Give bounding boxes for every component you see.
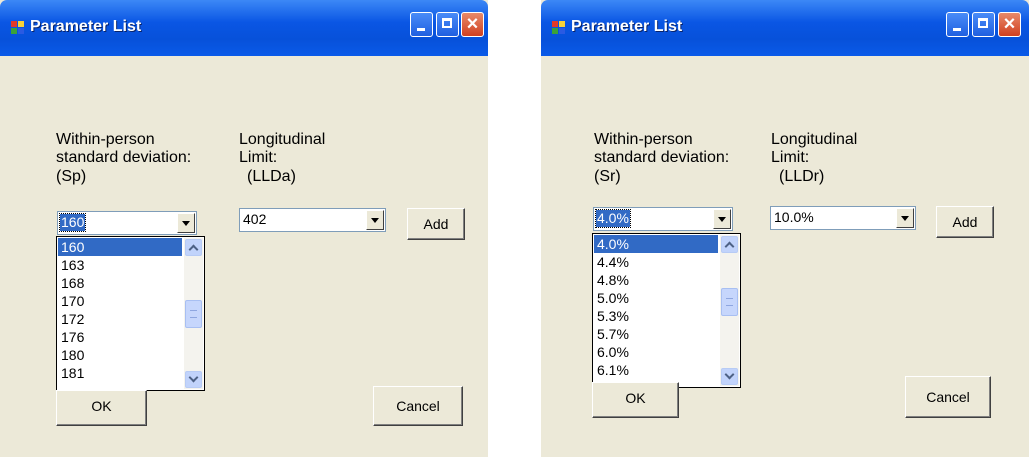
list-item[interactable]: 6.0% xyxy=(594,343,718,361)
sd-label-line1: Within-person xyxy=(56,131,155,148)
limit-label-line3: (LLDa) xyxy=(247,168,296,185)
chevron-up-icon xyxy=(188,244,199,255)
parameter-list-window-1: Parameter List × Within-person standard … xyxy=(0,0,488,457)
list-item[interactable]: 176 xyxy=(58,328,182,346)
limit-combo-value: 10.0% xyxy=(774,209,814,225)
maximize-icon xyxy=(442,18,452,28)
add-button[interactable]: Add xyxy=(936,206,994,238)
title-bar[interactable]: Parameter List × xyxy=(541,0,1029,56)
title-bar[interactable]: Parameter List × xyxy=(0,0,488,56)
cancel-button[interactable]: Cancel xyxy=(373,386,463,426)
ok-button[interactable]: OK xyxy=(592,382,679,418)
scroll-down-button[interactable] xyxy=(721,368,738,385)
list-item[interactable]: 4.4% xyxy=(594,253,718,271)
cancel-button[interactable]: Cancel xyxy=(905,376,991,418)
list-item[interactable]: 5.3% xyxy=(594,307,718,325)
list-item[interactable]: 4.0% xyxy=(594,235,718,253)
limit-combo[interactable]: 10.0% xyxy=(770,206,916,230)
chevron-down-icon xyxy=(724,369,735,380)
limit-label-line1: Longitudinal xyxy=(771,131,858,148)
dropdown-scrollbar[interactable] xyxy=(184,238,203,389)
list-item[interactable]: 163 xyxy=(58,256,182,274)
app-window-icon xyxy=(11,21,25,35)
close-icon: × xyxy=(1003,13,1016,35)
limit-label-line3: (LLDr) xyxy=(779,168,825,185)
scroll-thumb[interactable] xyxy=(721,287,738,316)
close-button[interactable]: × xyxy=(461,12,484,37)
close-button[interactable]: × xyxy=(998,12,1021,37)
sd-combo-value: 4.0% xyxy=(595,209,631,228)
app-window-icon xyxy=(552,21,566,35)
sd-combo[interactable]: 160 xyxy=(57,211,197,235)
minimize-button[interactable] xyxy=(946,12,969,37)
sd-label-line3: (Sr) xyxy=(594,168,621,185)
dropdown-arrow-icon[interactable] xyxy=(366,210,384,230)
minimize-icon xyxy=(417,28,425,31)
dropdown-arrow-icon[interactable] xyxy=(896,208,914,228)
maximize-button[interactable] xyxy=(972,12,995,37)
limit-combo[interactable]: 402 xyxy=(239,208,386,232)
sd-label-line1: Within-person xyxy=(594,131,693,148)
limit-label-line2: Limit: xyxy=(239,149,278,166)
dropdown-arrow-icon[interactable] xyxy=(713,209,731,229)
list-item[interactable]: 170 xyxy=(58,292,182,310)
list-item[interactable]: 168 xyxy=(58,274,182,292)
parameter-list-window-2: Parameter List × Within-person standard … xyxy=(541,0,1029,457)
list-item[interactable]: 180 xyxy=(58,346,182,364)
sd-label-line2: standard deviation: xyxy=(56,149,192,166)
list-item[interactable]: 181 xyxy=(58,364,182,382)
maximize-button[interactable] xyxy=(436,12,459,37)
list-item[interactable]: 172 xyxy=(58,310,182,328)
chevron-down-icon xyxy=(188,372,199,383)
limit-label-line2: Limit: xyxy=(771,149,810,166)
scroll-thumb[interactable] xyxy=(185,299,202,328)
sd-dropdown-list[interactable]: 4.0% 4.4% 4.8% 5.0% 5.3% 5.7% 6.0% 6.1% xyxy=(592,233,741,388)
sd-label-line3: (Sp) xyxy=(56,168,87,185)
list-item[interactable]: 160 xyxy=(58,238,182,256)
sd-dropdown-list[interactable]: 160 163 168 170 172 176 180 181 xyxy=(56,236,205,391)
window-title: Parameter List xyxy=(571,18,683,35)
ok-button[interactable]: OK xyxy=(56,390,147,426)
sd-combo-value: 160 xyxy=(58,213,87,232)
maximize-icon xyxy=(978,18,988,28)
list-item[interactable]: 5.7% xyxy=(594,325,718,343)
scroll-up-button[interactable] xyxy=(721,236,738,253)
list-item[interactable]: 4.8% xyxy=(594,271,718,289)
close-icon: × xyxy=(466,13,479,35)
limit-label-line1: Longitudinal xyxy=(239,131,326,148)
chevron-up-icon xyxy=(724,241,735,252)
dropdown-arrow-icon[interactable] xyxy=(177,213,195,233)
minimize-button[interactable] xyxy=(410,12,433,37)
list-item[interactable]: 6.1% xyxy=(594,361,718,379)
window-title: Parameter List xyxy=(30,18,142,35)
add-button[interactable]: Add xyxy=(407,208,465,240)
sd-label-line2: standard deviation: xyxy=(594,149,730,166)
limit-combo-value: 402 xyxy=(243,211,267,227)
list-item[interactable]: 5.0% xyxy=(594,289,718,307)
scroll-down-button[interactable] xyxy=(185,371,202,388)
scroll-up-button[interactable] xyxy=(185,239,202,256)
sd-combo[interactable]: 4.0% xyxy=(593,207,733,231)
dropdown-scrollbar[interactable] xyxy=(720,235,739,386)
minimize-icon xyxy=(953,28,961,31)
